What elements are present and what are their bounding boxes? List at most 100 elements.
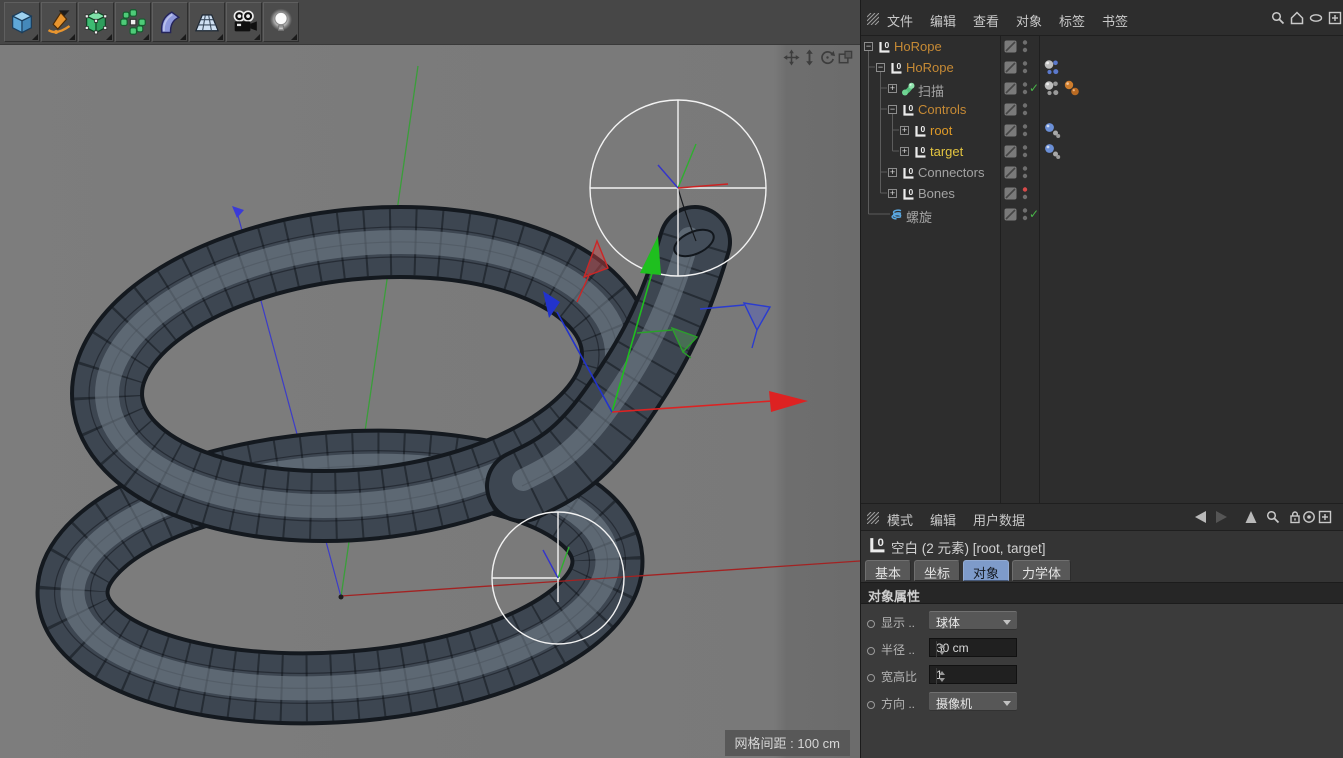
expander-minus-icon[interactable]: − [876, 63, 885, 72]
expander-plus-icon[interactable]: + [888, 168, 897, 177]
om-home-icon[interactable] [1289, 10, 1305, 31]
value-spinner[interactable] [936, 668, 947, 685]
svg-text:0: 0 [921, 145, 926, 155]
om-item-label[interactable]: root [930, 123, 952, 138]
cube-primitive-tool-button[interactable] [4, 2, 40, 42]
expander-plus-icon[interactable]: + [888, 84, 897, 93]
layer-toggle-icon[interactable] [1004, 187, 1017, 205]
svg-text:0: 0 [897, 61, 902, 71]
viewport-canvas[interactable] [0, 45, 860, 758]
submenu-corner-icon [69, 34, 75, 40]
svg-text:0: 0 [878, 537, 884, 549]
enabled-check-icon[interactable]: ✓ [1029, 207, 1039, 221]
am-back-icon[interactable] [1191, 509, 1211, 530]
expander-minus-icon[interactable]: − [864, 42, 873, 51]
tab-对象[interactable]: 对象 [963, 560, 1009, 581]
input-宽高比[interactable]: 1 [929, 665, 1017, 684]
tab-基本[interactable]: 基本 [865, 560, 911, 581]
am-menu-2[interactable]: 编辑 [930, 510, 956, 529]
viewport[interactable]: 网格间距 : 100 cm [0, 45, 860, 758]
tab-力学体[interactable]: 力学体 [1012, 560, 1071, 581]
om-add-panel-icon[interactable] [1327, 10, 1343, 31]
spinner-down-icon[interactable] [939, 651, 945, 655]
keyframe-circle-icon[interactable] [867, 620, 875, 628]
viewport-nav-icons [783, 49, 854, 66]
keyframe-circle-icon[interactable] [867, 647, 875, 655]
layer-toggle-icon[interactable] [1004, 166, 1017, 184]
om-item-target[interactable]: +0 target [861, 141, 1343, 162]
array-generator-tool-button[interactable] [115, 2, 151, 42]
om-item-HoRope[interactable]: − 0 HoRope [861, 57, 1343, 78]
om-menu-5[interactable]: 标签 [1059, 11, 1085, 30]
keyframe-circle-icon[interactable] [867, 674, 875, 682]
layer-toggle-icon[interactable] [1004, 40, 1017, 58]
spinner-up-icon[interactable] [939, 644, 945, 648]
layer-toggle-icon[interactable] [1004, 82, 1017, 100]
om-item-root[interactable]: +0 root [861, 120, 1343, 141]
enabled-check-icon[interactable]: ✓ [1029, 81, 1039, 95]
am-up-icon[interactable] [1243, 509, 1259, 530]
viewport-maximize-icon[interactable] [837, 49, 854, 66]
om-item-Bones[interactable]: +0Bones [861, 183, 1343, 204]
am-search-icon[interactable] [1265, 509, 1281, 530]
value-spinner[interactable] [936, 641, 947, 658]
om-item-螺旋[interactable]: 螺旋 ✓ [861, 204, 1343, 225]
floor-environment-tool-button[interactable] [189, 2, 225, 42]
expander-plus-icon[interactable]: + [900, 147, 909, 156]
om-menu-6[interactable]: 书签 [1102, 11, 1128, 30]
am-focus-icon[interactable] [1301, 509, 1317, 530]
bend-deformer-tool-button[interactable] [152, 2, 188, 42]
viewport-zoom-icon[interactable] [801, 49, 818, 66]
am-forward-icon[interactable] [1213, 509, 1231, 530]
om-lens-icon[interactable] [1308, 10, 1324, 31]
am-menu-1[interactable]: 模式 [887, 510, 913, 529]
am-tabs: 基本坐标对象力学体 [865, 560, 1071, 581]
null-object-icon: 0 [868, 535, 887, 559]
om-item-label[interactable]: Controls [918, 102, 966, 117]
visibility-dots[interactable] [1021, 204, 1029, 230]
svg-text:0: 0 [921, 124, 926, 134]
light-tool-button[interactable] [263, 2, 299, 42]
expander-plus-icon[interactable]: + [900, 126, 909, 135]
om-item-HoRope[interactable]: −0HoRope [861, 36, 1343, 57]
property-row-label: 半径 .. [867, 641, 915, 658]
om-item-label[interactable]: Bones [918, 186, 955, 201]
expander-minus-icon[interactable]: − [888, 105, 897, 114]
panel-drag-handle-icon[interactable] [867, 511, 879, 523]
expander-plus-icon[interactable]: + [888, 189, 897, 198]
om-item-label[interactable]: HoRope [906, 60, 954, 75]
am-add-panel-icon[interactable] [1317, 509, 1333, 530]
spinner-up-icon[interactable] [939, 671, 945, 675]
spinner-down-icon[interactable] [939, 678, 945, 682]
input-半径[interactable]: 30 cm [929, 638, 1017, 657]
dropdown-方向[interactable]: 摄像机 [929, 692, 1017, 711]
layer-toggle-icon[interactable] [1004, 103, 1017, 121]
grid-spacing-label: 网格间距 : 100 cm [725, 730, 850, 756]
om-item-label[interactable]: 螺旋 [906, 207, 932, 226]
viewport-pan-icon[interactable] [783, 49, 800, 66]
am-menu-3[interactable]: 用户数据 [973, 510, 1025, 529]
modeling-cube-tool-button[interactable] [78, 2, 114, 42]
submenu-corner-icon [106, 34, 112, 40]
keyframe-circle-icon[interactable] [867, 701, 875, 709]
om-item-label[interactable]: HoRope [894, 39, 942, 54]
layer-toggle-icon[interactable] [1004, 145, 1017, 163]
spline-pen-tool-button[interactable] [41, 2, 77, 42]
tab-坐标[interactable]: 坐标 [914, 560, 960, 581]
layer-toggle-icon[interactable] [1004, 61, 1017, 79]
layer-toggle-icon[interactable] [1004, 124, 1017, 142]
camera-tool-button[interactable] [226, 2, 262, 42]
om-item-label[interactable]: 扫描 [918, 81, 944, 100]
om-menu-4[interactable]: 对象 [1016, 11, 1042, 30]
om-item-label[interactable]: target [930, 144, 963, 159]
layer-toggle-icon[interactable] [1004, 208, 1017, 226]
om-item-Connectors[interactable]: +0Connectors [861, 162, 1343, 183]
om-item-扫描[interactable]: + 扫描 ✓ [861, 78, 1343, 99]
root-null-point[interactable] [339, 595, 344, 600]
dropdown-显示[interactable]: 球体 [929, 611, 1017, 630]
om-search-icon[interactable] [1270, 10, 1286, 31]
helix-object-icon[interactable] [889, 207, 904, 228]
viewport-rotate-icon[interactable] [819, 49, 836, 66]
om-item-Controls[interactable]: −0Controls [861, 99, 1343, 120]
om-item-label[interactable]: Connectors [918, 165, 984, 180]
